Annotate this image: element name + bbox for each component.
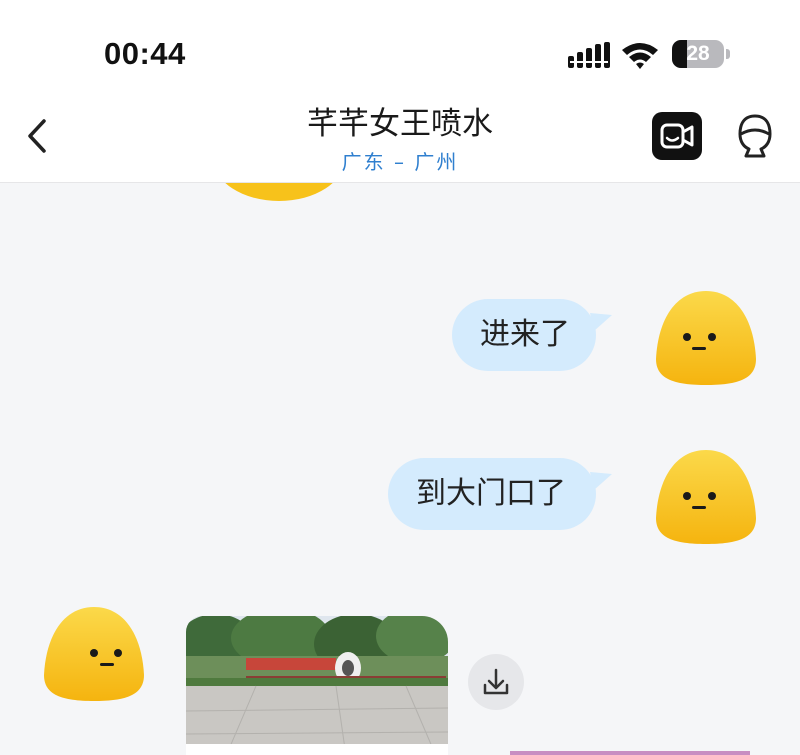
message-bubble-sent[interactable]: 进来了 — [452, 299, 596, 371]
bubble-tail — [590, 472, 612, 490]
status-time: 00:44 — [104, 36, 186, 71]
message-list[interactable]: 进来了 到大门口了 — [0, 183, 800, 755]
my-avatar[interactable] — [654, 448, 758, 546]
status-bar: 00:44 28 — [0, 0, 800, 96]
message-text: 进来了 — [480, 317, 570, 352]
profile-icon[interactable] — [732, 112, 778, 160]
next-message-peek — [510, 751, 750, 755]
video-call-icon — [660, 123, 694, 149]
download-button[interactable] — [468, 654, 524, 710]
avatar-partial — [225, 183, 333, 201]
video-call-button[interactable] — [652, 112, 702, 160]
bubble-tail — [590, 313, 612, 331]
message-bubble-sent[interactable]: 到大门口了 — [388, 458, 596, 530]
wifi-icon — [622, 43, 658, 69]
image-message[interactable] — [186, 616, 448, 755]
contact-avatar[interactable] — [42, 605, 146, 703]
chat-header: 芊芊女王喷水 广东 – 广州 — [0, 96, 800, 183]
my-avatar[interactable] — [654, 289, 758, 387]
message-text: 到大门口了 — [416, 476, 566, 511]
battery-indicator: 28 — [672, 40, 730, 68]
battery-level: 28 — [686, 42, 710, 65]
cellular-signal-icon — [568, 42, 610, 68]
photo-icon — [186, 616, 448, 755]
download-icon — [483, 668, 509, 695]
